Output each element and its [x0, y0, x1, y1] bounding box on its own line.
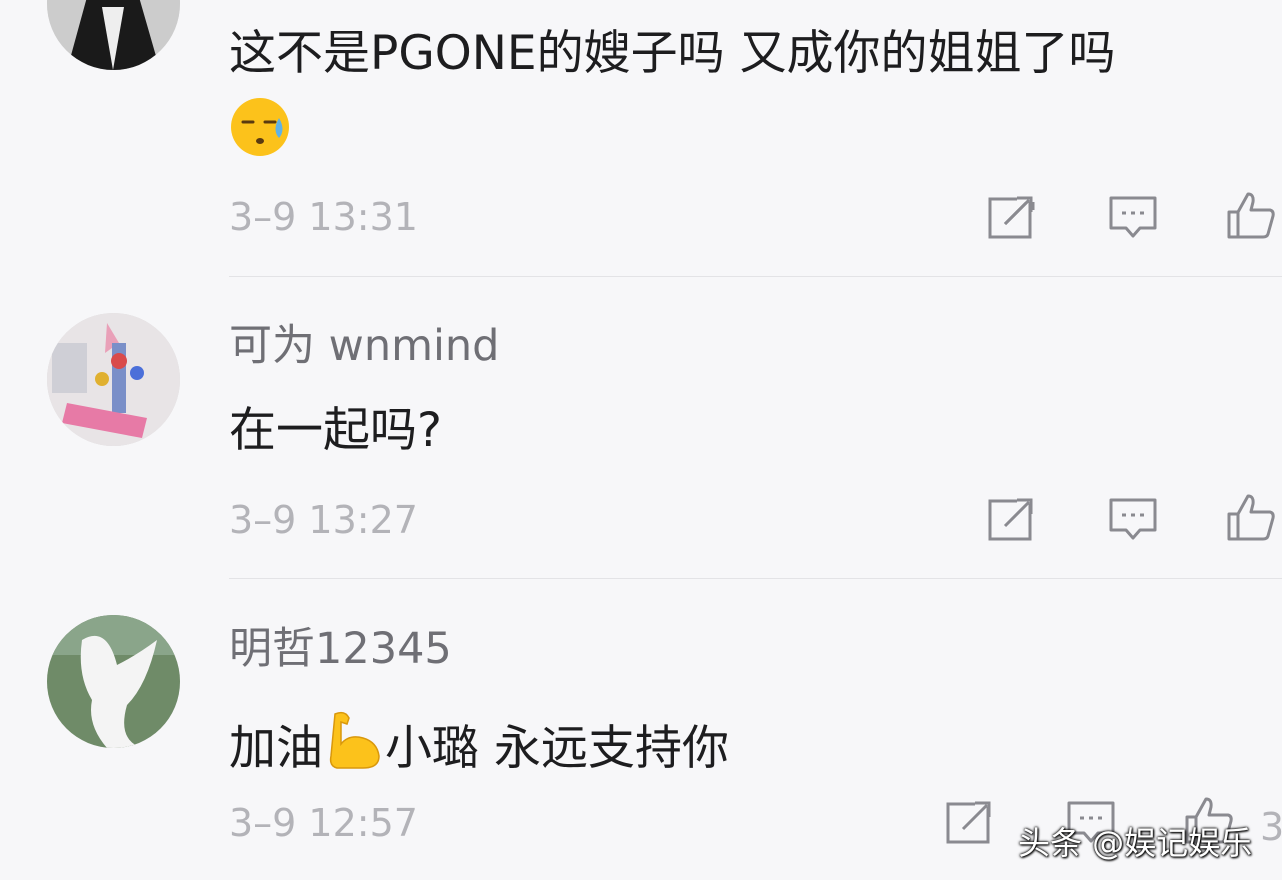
- timestamp: 3–9 13:27: [229, 498, 418, 542]
- comment-icon[interactable]: [1108, 494, 1158, 544]
- username[interactable]: 明哲12345: [229, 628, 452, 671]
- comment-text: 在一起吗?: [229, 403, 442, 458]
- avatar[interactable]: [47, 0, 180, 70]
- thumbs-up-icon[interactable]: [1226, 492, 1276, 542]
- watermark: 头条 @娱记娱乐: [1018, 824, 1253, 862]
- downcast-face-with-sweat-icon: [229, 96, 291, 158]
- timestamp: 3–9 12:57: [229, 801, 418, 845]
- comment-icon[interactable]: [1108, 192, 1158, 242]
- divider: [229, 578, 1282, 579]
- like-count: 3: [1260, 805, 1282, 849]
- share-icon[interactable]: [987, 494, 1037, 544]
- comment-text: 这不是PGONE的嫂子吗 又成你的姐姐了吗: [229, 26, 1116, 81]
- share-icon[interactable]: [987, 192, 1037, 242]
- username[interactable]: 可为 wnmind: [229, 325, 499, 368]
- timestamp: 3–9 13:31: [229, 195, 418, 239]
- avatar[interactable]: [47, 313, 180, 446]
- avatar[interactable]: [47, 615, 180, 748]
- comment-text-before: 加油: [229, 721, 323, 776]
- thumbs-up-icon[interactable]: [1226, 190, 1276, 240]
- flexed-biceps-icon: [323, 708, 385, 770]
- comment-text: 加油 小璐 永远支持你: [229, 708, 729, 772]
- divider: [229, 276, 1282, 277]
- comment-text-after: 小璐 永远支持你: [385, 721, 729, 776]
- comment-emoji-line: [229, 96, 291, 160]
- share-icon[interactable]: [945, 797, 995, 847]
